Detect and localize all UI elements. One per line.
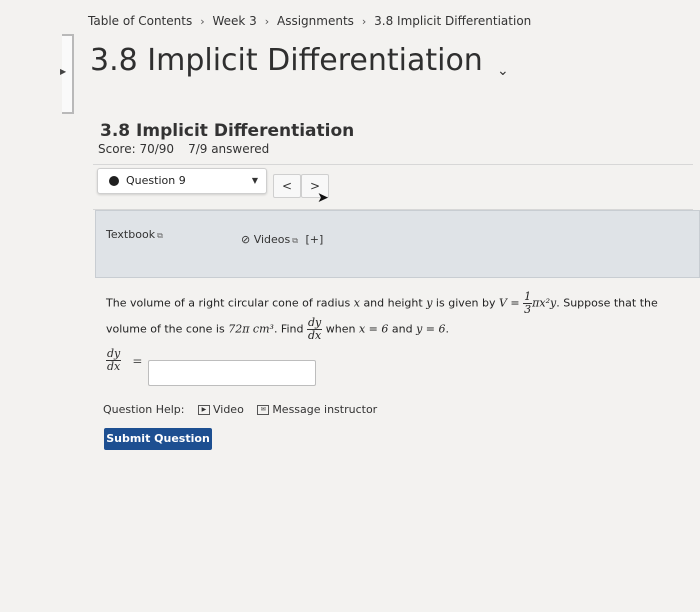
resources-panel: Textbook ⧉ ⊘ Videos ⧉ [+] bbox=[95, 210, 700, 278]
envelope-icon: ✉ bbox=[257, 405, 270, 415]
external-link-icon: ⧉ bbox=[157, 231, 163, 240]
assignment-name: 3.8 Implicit Differentiation bbox=[100, 121, 355, 141]
breadcrumb-current: 3.8 Implicit Differentiation bbox=[374, 14, 532, 28]
breadcrumb-separator: › bbox=[361, 15, 367, 28]
videos-link[interactable]: ⊘ Videos ⧉ [+] bbox=[241, 233, 323, 246]
expand-arrow-icon[interactable]: ▶ bbox=[60, 67, 66, 76]
score-text: Score: 70/90 bbox=[98, 142, 175, 156]
breadcrumb-separator: › bbox=[264, 15, 270, 28]
message-instructor-link[interactable]: ✉ Message instructor bbox=[257, 403, 377, 416]
textbook-link[interactable]: Textbook ⧉ bbox=[106, 228, 163, 241]
question-help-label: Question Help: bbox=[103, 403, 185, 416]
breadcrumb: Table of Contents › Week 3 › Assignments › … bbox=[88, 14, 535, 28]
videos-label: Videos bbox=[253, 233, 291, 246]
answered-count: 7/9 answered bbox=[188, 142, 270, 156]
score-line: Score: 70/90 7/9 answered bbox=[98, 142, 269, 156]
video-help-link[interactable]: ▶ Video bbox=[197, 403, 244, 416]
play-icon: ▶ bbox=[197, 405, 210, 415]
equals-sign: = bbox=[132, 354, 143, 368]
videos-expand[interactable]: [+] bbox=[306, 233, 324, 246]
question-select-label: Question 9 bbox=[126, 174, 186, 187]
dy-dx-fraction: dy dx bbox=[306, 316, 323, 342]
answer-input[interactable] bbox=[148, 360, 316, 386]
textbook-label: Textbook bbox=[106, 228, 156, 241]
answer-label: dy dx = bbox=[106, 348, 142, 373]
external-link-icon: ⧉ bbox=[292, 236, 298, 245]
submit-question-button[interactable]: Submit Question bbox=[104, 428, 212, 450]
question-status-dot-icon bbox=[109, 176, 119, 186]
question-help: Question Help: ▶ Video ✉ Message instructo… bbox=[103, 403, 377, 416]
breadcrumb-separator: › bbox=[200, 15, 205, 28]
breadcrumb-week[interactable]: Week 3 bbox=[212, 14, 256, 28]
paperclip-icon: ⊘ bbox=[241, 233, 251, 246]
chevron-down-icon[interactable]: ⌄ bbox=[497, 63, 509, 79]
answer-dy-dx-fraction: dy dx bbox=[106, 347, 122, 373]
previous-question-button[interactable]: < bbox=[273, 174, 301, 198]
question-select[interactable]: Question 9 ▼ bbox=[97, 168, 267, 194]
breadcrumb-assignments[interactable]: Assignments bbox=[277, 14, 354, 28]
mouse-cursor-icon: ➤ bbox=[317, 190, 329, 206]
question-line-1: The volume of a right circular cone of r… bbox=[106, 290, 658, 316]
dropdown-caret-icon: ▼ bbox=[251, 176, 258, 185]
question-line-2: volume of the cone is 72π cm³. Find dy dx… bbox=[106, 316, 450, 342]
page-title: 3.8 Implicit Differentiation bbox=[90, 43, 483, 78]
breadcrumb-table-of-contents[interactable]: Table of Contents bbox=[88, 14, 192, 28]
one-third-fraction: 13 bbox=[523, 290, 533, 316]
